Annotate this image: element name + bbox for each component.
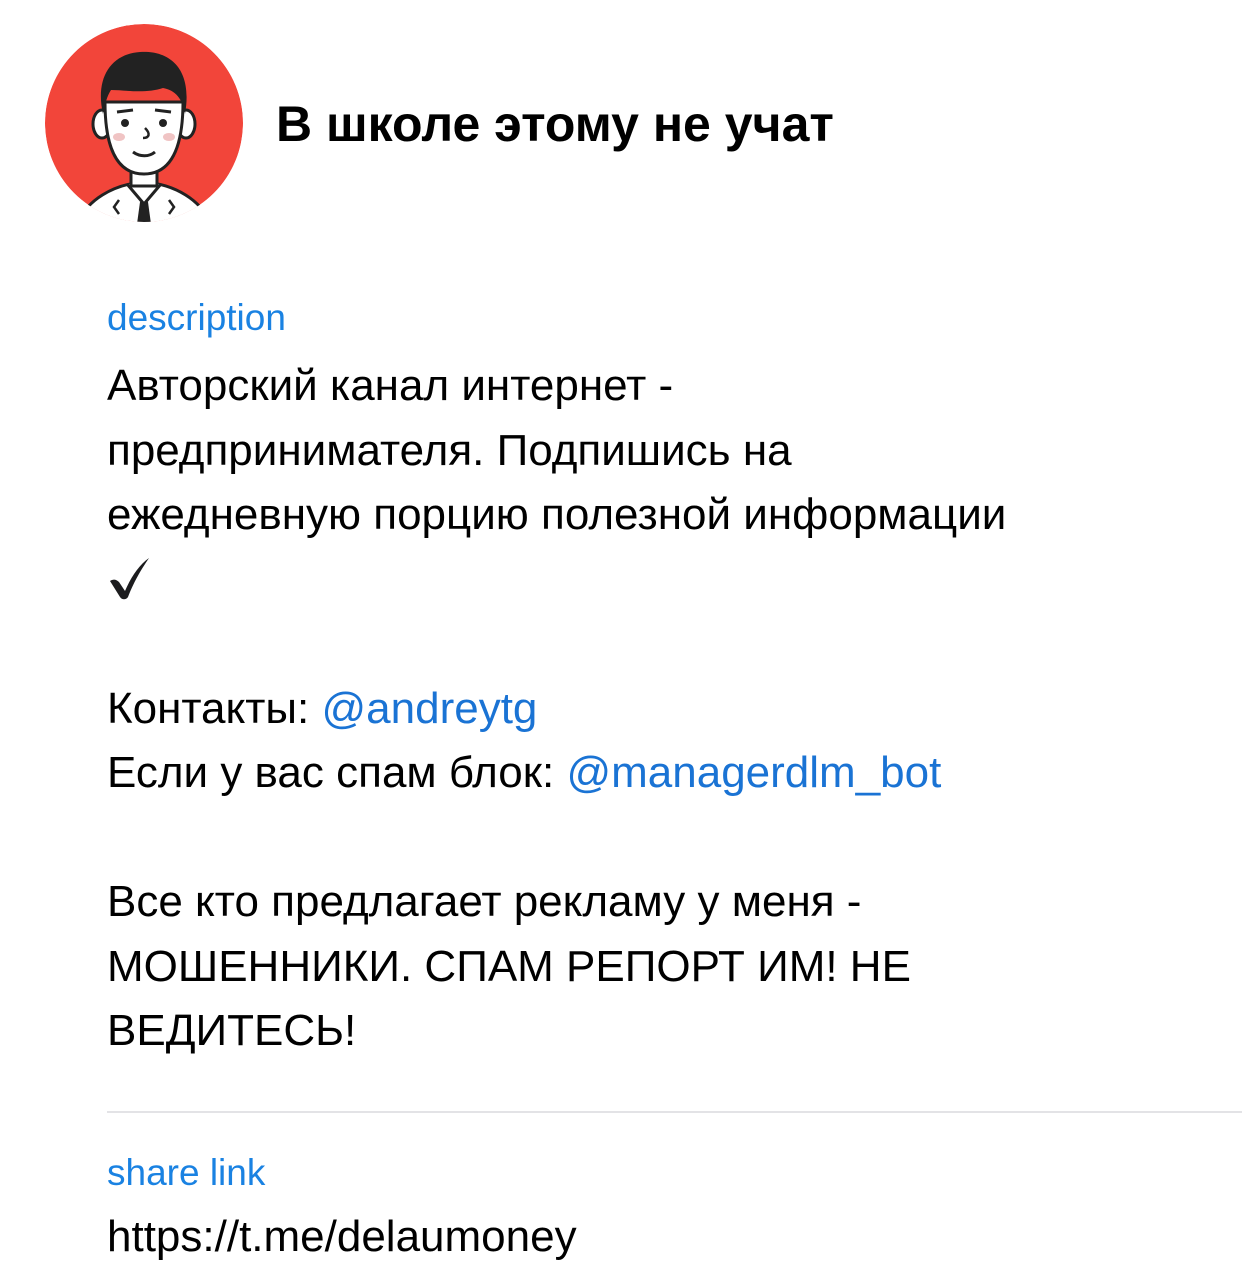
contacts-line: Контакты: @andreytg [107,677,1217,742]
check-mark-icon [110,557,149,600]
check-mark-line [107,548,1217,613]
channel-avatar[interactable] [45,24,243,222]
section-divider [107,1111,1242,1113]
warning-line: Все кто предлагает рекламу у меня - [107,877,862,926]
channel-header: В школе этому не учат [45,24,1225,224]
spam-bot-mention-link[interactable]: @managerdlm_bot [566,748,941,797]
contacts-label: Контакты: [107,683,322,733]
share-link-url[interactable]: https://t.me/delaumoney [107,1209,577,1265]
share-link-label: share link [107,1152,266,1193]
spam-block-label: Если у вас спам блок: [107,748,567,797]
man-in-tie-avatar-icon [45,24,243,222]
contact-mention-link[interactable]: @andreytg [322,684,538,733]
spam-block-line: Если у вас спам блок: @managerdlm_bot [107,741,1217,806]
description-line: ежедневную порцию полезной информации [107,490,1007,539]
description-label: description [107,297,286,338]
warning-line: ВЕДИТЕСЬ! [107,1006,357,1055]
description-line: Авторский канал интернет - [107,361,674,410]
description-line: предпринимателя. Подпишись на [107,425,792,475]
warning-line: МОШЕННИКИ. СПАМ РЕПОРТ ИМ! НЕ [107,941,911,991]
channel-description: Авторский канал интернет - предпринимате… [107,354,1217,1064]
channel-title: В школе этому не учат [276,96,834,152]
